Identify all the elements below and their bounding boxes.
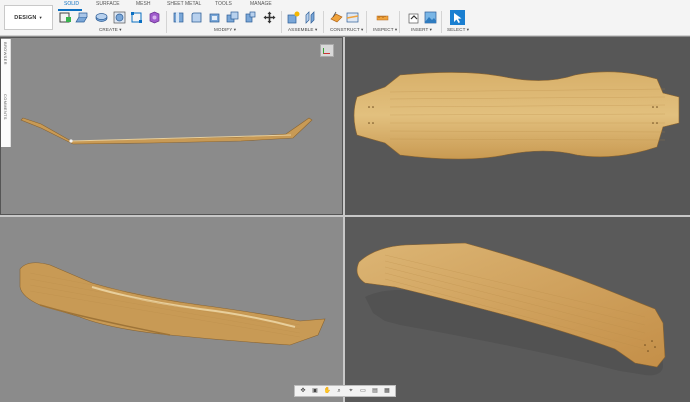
- toolbar-separator: [323, 11, 324, 33]
- viewport-splitter-horizontal[interactable]: [0, 215, 690, 217]
- tab-tools[interactable]: TOOLS: [215, 1, 232, 7]
- extrude-icon[interactable]: [75, 11, 88, 24]
- tab-manage[interactable]: MANAGE: [250, 1, 272, 7]
- toolbar-separator: [166, 11, 167, 33]
- longboard-perspective-left: [19, 262, 326, 346]
- navigation-bar: ✥ ▣ ✋ ⌕ ⌖ ▭ ▤ ▦: [294, 385, 396, 397]
- move-icon[interactable]: [263, 11, 276, 24]
- fillet-icon[interactable]: [172, 11, 185, 24]
- offset-plane-icon[interactable]: [330, 11, 343, 24]
- joint-icon[interactable]: [304, 11, 317, 24]
- construct-group-label[interactable]: CONSTRUCT ▾: [330, 27, 363, 33]
- viewport-front[interactable]: [0, 37, 343, 215]
- modify-group-label[interactable]: MODIFY ▾: [214, 27, 236, 33]
- measure-icon[interactable]: [376, 11, 389, 24]
- create-group-label[interactable]: CREATE ▾: [99, 27, 122, 33]
- form-icon[interactable]: [130, 11, 143, 24]
- longboard-perspective-right: [356, 242, 666, 376]
- inspect-group-label[interactable]: INSPECT ▾: [373, 27, 397, 33]
- look-at-icon[interactable]: ▣: [312, 388, 319, 395]
- insert-mesh-icon[interactable]: [407, 11, 420, 24]
- viewport-top[interactable]: [345, 37, 690, 215]
- toolbar-separator: [366, 11, 367, 33]
- zoom-icon[interactable]: ⌕: [336, 388, 343, 395]
- chevron-down-icon: ▼: [38, 15, 43, 20]
- insert-group-label[interactable]: INSERT ▾: [411, 27, 432, 33]
- revolve-icon[interactable]: [95, 11, 108, 24]
- workspace-switcher[interactable]: DESIGN ▼: [4, 5, 53, 30]
- grid-icon[interactable]: ▦: [384, 388, 391, 395]
- select-icon: [454, 13, 462, 23]
- toolbar-separator: [399, 11, 400, 33]
- midplane-icon[interactable]: [346, 11, 359, 24]
- tab-solid[interactable]: SOLID: [64, 1, 79, 7]
- workspace-label: DESIGN: [14, 14, 37, 21]
- combine-icon[interactable]: [226, 11, 239, 24]
- side-panel: BROWSER COMMENTS: [1, 39, 11, 147]
- assemble-group-label[interactable]: ASSEMBLE ▾: [288, 27, 317, 33]
- toolbar-separator: [281, 11, 282, 33]
- new-joint-icon[interactable]: [287, 11, 300, 24]
- toolbar: DESIGN ▼ SOLID SURFACE MESH SHEET METAL …: [0, 0, 690, 36]
- viewcube[interactable]: [320, 44, 334, 57]
- align-icon[interactable]: [244, 11, 257, 24]
- viewport-right[interactable]: [0, 217, 343, 402]
- longboard-top-view: [353, 71, 680, 160]
- select-button[interactable]: [450, 10, 465, 25]
- display-mode-icon[interactable]: ▭: [360, 388, 367, 395]
- tab-surface[interactable]: SURFACE: [96, 1, 120, 7]
- fit-icon[interactable]: ⌖: [348, 388, 355, 395]
- comments-tab[interactable]: COMMENTS: [3, 94, 8, 120]
- viewport-perspective[interactable]: [345, 217, 690, 402]
- pan-icon[interactable]: ✋: [324, 388, 331, 395]
- tab-mesh[interactable]: MESH: [136, 1, 150, 7]
- toolbar-separator: [441, 11, 442, 33]
- axis-triad-icon: [323, 48, 330, 54]
- viewport-splitter-vertical[interactable]: [343, 37, 345, 402]
- visual-style-icon[interactable]: ▤: [372, 388, 379, 395]
- new-component-icon[interactable]: [59, 11, 72, 24]
- tab-sheet-metal[interactable]: SHEET METAL: [167, 1, 201, 7]
- scale-icon[interactable]: [208, 11, 221, 24]
- shell-icon[interactable]: [190, 11, 203, 24]
- longboard-side-view: [20, 117, 313, 145]
- press-pull-icon[interactable]: [148, 11, 161, 24]
- browser-tab[interactable]: BROWSER: [3, 42, 8, 65]
- select-group-label[interactable]: SELECT ▾: [447, 27, 469, 33]
- insert-canvas-icon[interactable]: [424, 11, 437, 24]
- sketch-icon[interactable]: [113, 11, 126, 24]
- orbit-icon[interactable]: ✥: [300, 388, 307, 395]
